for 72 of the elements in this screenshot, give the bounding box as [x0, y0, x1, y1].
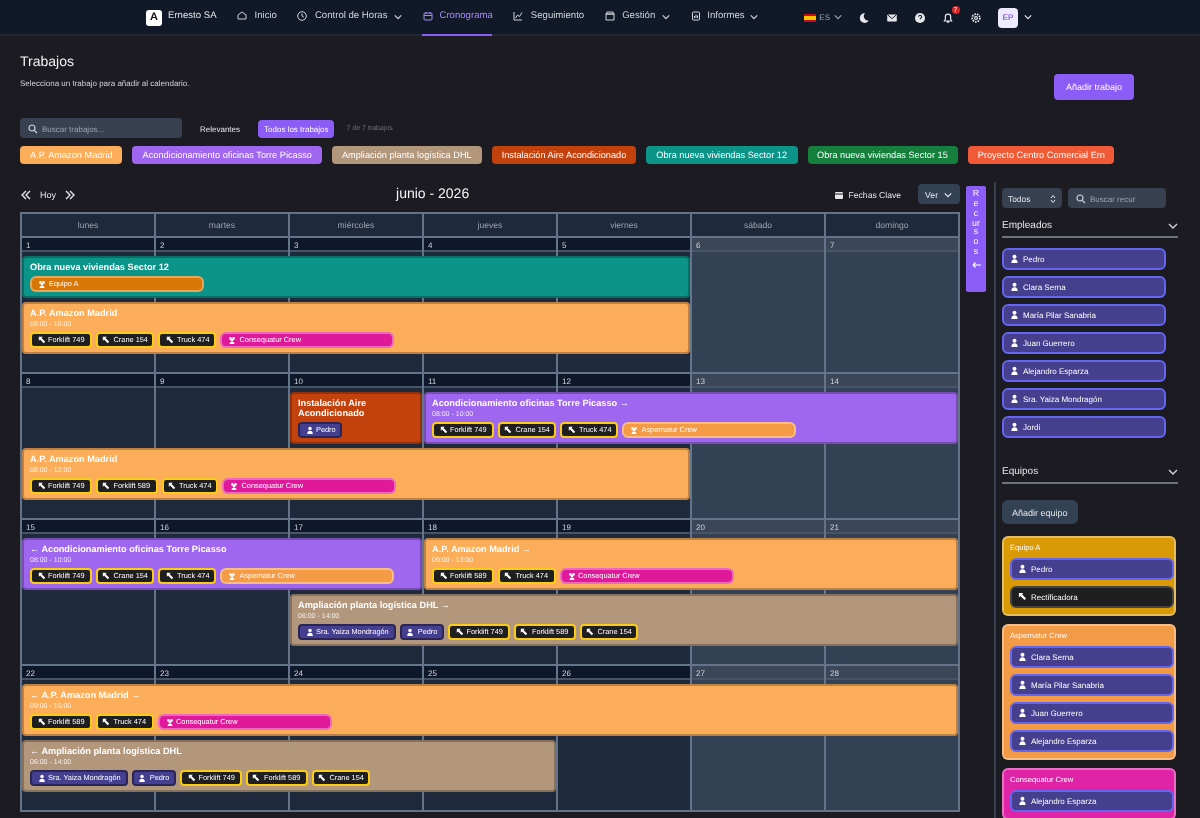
mail-icon[interactable]	[886, 11, 898, 23]
arrow-icon	[971, 261, 981, 268]
arrow-icon	[504, 572, 513, 580]
arrow-icon	[252, 774, 261, 782]
sort-icon	[1050, 193, 1056, 203]
arrow-icon	[439, 426, 447, 434]
person-icon	[305, 628, 313, 636]
arrow-icon	[37, 482, 45, 490]
person-icon	[1018, 564, 1027, 574]
group-icon	[165, 718, 174, 726]
arrow-icon	[1018, 592, 1027, 602]
arrow-icon	[168, 482, 176, 490]
arrow-icon	[455, 628, 464, 636]
person-icon	[1018, 736, 1027, 746]
person-icon	[1010, 338, 1019, 348]
calendar-icon	[834, 189, 845, 199]
flag-icon	[803, 13, 816, 21]
arrow-icon	[102, 572, 111, 580]
person-icon	[138, 774, 147, 782]
person-icon	[1010, 422, 1019, 432]
previous-icon[interactable]	[20, 189, 32, 199]
group-icon	[230, 482, 239, 490]
help-icon[interactable]	[914, 11, 926, 23]
person-icon	[1010, 254, 1019, 264]
group-icon	[228, 336, 237, 344]
chevron-down-icon[interactable]	[1168, 222, 1178, 230]
caret-icon	[944, 191, 952, 197]
search-icon	[28, 123, 38, 133]
box-icon	[604, 10, 617, 22]
home-icon	[236, 10, 249, 22]
arrow-icon	[37, 336, 45, 344]
group-icon	[567, 572, 576, 580]
report-icon	[689, 10, 702, 22]
arrow-icon	[165, 572, 174, 580]
group-icon	[228, 572, 237, 580]
arrow-icon	[586, 628, 595, 636]
group-icon	[38, 280, 46, 288]
arrow-icon	[504, 426, 513, 434]
person-icon	[1010, 310, 1019, 320]
arrow-icon	[165, 336, 174, 344]
arrow-icon	[102, 718, 111, 726]
person-icon	[37, 774, 45, 782]
caret-icon	[834, 14, 842, 20]
arrow-icon	[520, 628, 529, 636]
clock-icon	[296, 10, 309, 22]
caret-icon	[1024, 14, 1032, 20]
arrow-icon	[439, 572, 447, 580]
chart-icon	[512, 10, 525, 22]
person-icon	[1018, 652, 1027, 662]
person-icon	[1018, 680, 1027, 690]
search-icon	[1076, 193, 1086, 203]
group-icon	[630, 426, 639, 434]
person-icon	[1018, 708, 1027, 718]
arrow-icon	[37, 572, 45, 580]
arrow-icon	[37, 718, 45, 726]
moon-icon[interactable]	[858, 11, 870, 23]
person-icon	[1010, 366, 1019, 376]
next-icon[interactable]	[64, 189, 77, 199]
arrow-icon	[187, 774, 196, 782]
arrow-icon	[318, 774, 327, 782]
person-icon	[406, 628, 415, 636]
person-icon	[305, 426, 313, 434]
arrow-icon	[567, 426, 576, 434]
calendar-icon	[421, 10, 434, 22]
arrow-icon	[102, 336, 111, 344]
settings-icon[interactable]	[970, 11, 982, 23]
arrow-icon	[102, 482, 111, 490]
person-icon	[1010, 282, 1019, 292]
person-icon	[1018, 796, 1027, 806]
person-icon	[1010, 394, 1019, 404]
chevron-down-icon[interactable]	[1168, 468, 1178, 476]
bell-icon	[942, 11, 954, 23]
